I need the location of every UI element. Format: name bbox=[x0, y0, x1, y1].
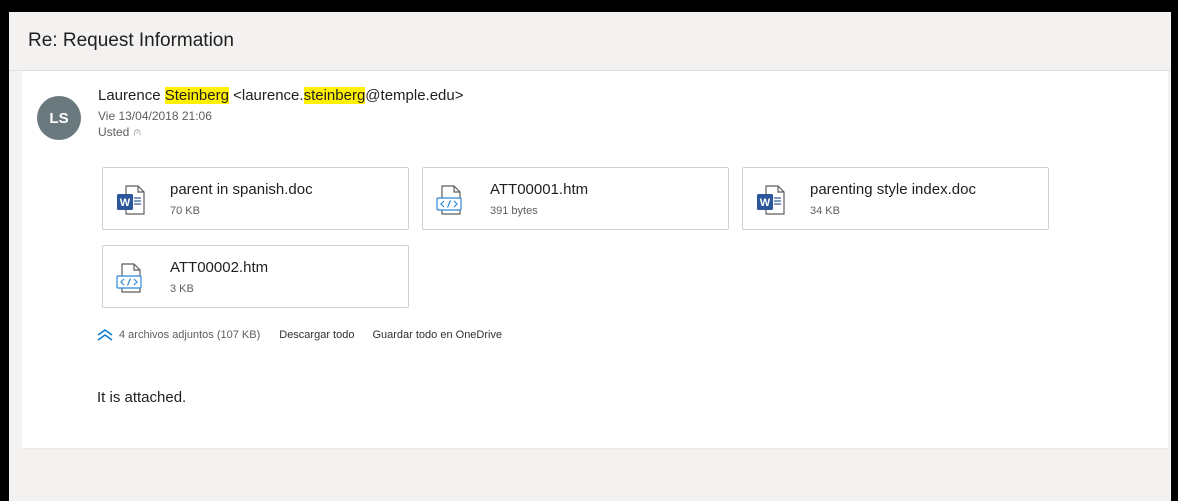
attachment-count: 4 archivos adjuntos (107 KB) bbox=[119, 329, 261, 341]
collapse-attachments-icon[interactable] bbox=[96, 329, 114, 341]
reading-pane: Re: Request Information LS Laurence Stei… bbox=[9, 12, 1171, 501]
attachment-name: ATT00001.htm bbox=[490, 181, 589, 198]
attachment-size: 391 bytes bbox=[490, 205, 538, 217]
sent-date: Vie 13/04/2018 21:06 bbox=[98, 109, 212, 123]
attachment-size: 34 KB bbox=[810, 205, 840, 217]
attachment-size: 3 KB bbox=[170, 283, 194, 295]
attachment-size: 70 KB bbox=[170, 205, 200, 217]
attachment-card[interactable]: ATT00001.htm 391 bytes bbox=[422, 167, 729, 230]
attachment-summary: 4 archivos adjuntos (107 KB) Descargar t… bbox=[96, 329, 502, 341]
recipient-label: Usted bbox=[98, 125, 130, 139]
sender-line[interactable]: Laurence Steinberg <laurence.steinberg@t… bbox=[98, 87, 464, 104]
html-file-icon bbox=[116, 263, 142, 293]
avatar[interactable]: LS bbox=[37, 96, 81, 140]
recipients-toggle[interactable]: Usted ⩀ bbox=[98, 125, 141, 139]
save-onedrive-link[interactable]: Guardar todo en OneDrive bbox=[372, 329, 502, 341]
message-card: LS Laurence Steinberg <laurence.steinber… bbox=[22, 71, 1168, 449]
attachment-name: parenting style index.doc bbox=[810, 181, 976, 198]
attachment-card[interactable]: W parent in spanish.doc 70 KB bbox=[102, 167, 409, 230]
svg-text:W: W bbox=[760, 197, 771, 209]
sender-name-highlight: Steinberg bbox=[164, 87, 229, 104]
sender-name: Laurence bbox=[98, 87, 165, 104]
sender-email-suffix: @temple.edu> bbox=[365, 87, 464, 104]
sender-email-highlight: steinberg bbox=[303, 87, 366, 104]
chevron-down-icon[interactable]: ⩀ bbox=[133, 126, 141, 139]
download-all-link[interactable]: Descargar todo bbox=[279, 329, 354, 341]
attachment-card[interactable]: W parenting style index.doc 34 KB bbox=[742, 167, 1049, 230]
message-body: It is attached. bbox=[97, 389, 187, 406]
email-subject: Re: Request Information bbox=[28, 30, 234, 51]
svg-text:W: W bbox=[120, 197, 131, 209]
attachment-name: parent in spanish.doc bbox=[170, 181, 313, 198]
word-doc-icon: W bbox=[117, 185, 145, 215]
html-file-icon bbox=[436, 185, 462, 215]
attachment-card[interactable]: ATT00002.htm 3 KB bbox=[102, 245, 409, 308]
word-doc-icon: W bbox=[757, 185, 785, 215]
sender-email-prefix: <laurence. bbox=[228, 87, 304, 104]
attachment-name: ATT00002.htm bbox=[170, 259, 269, 276]
